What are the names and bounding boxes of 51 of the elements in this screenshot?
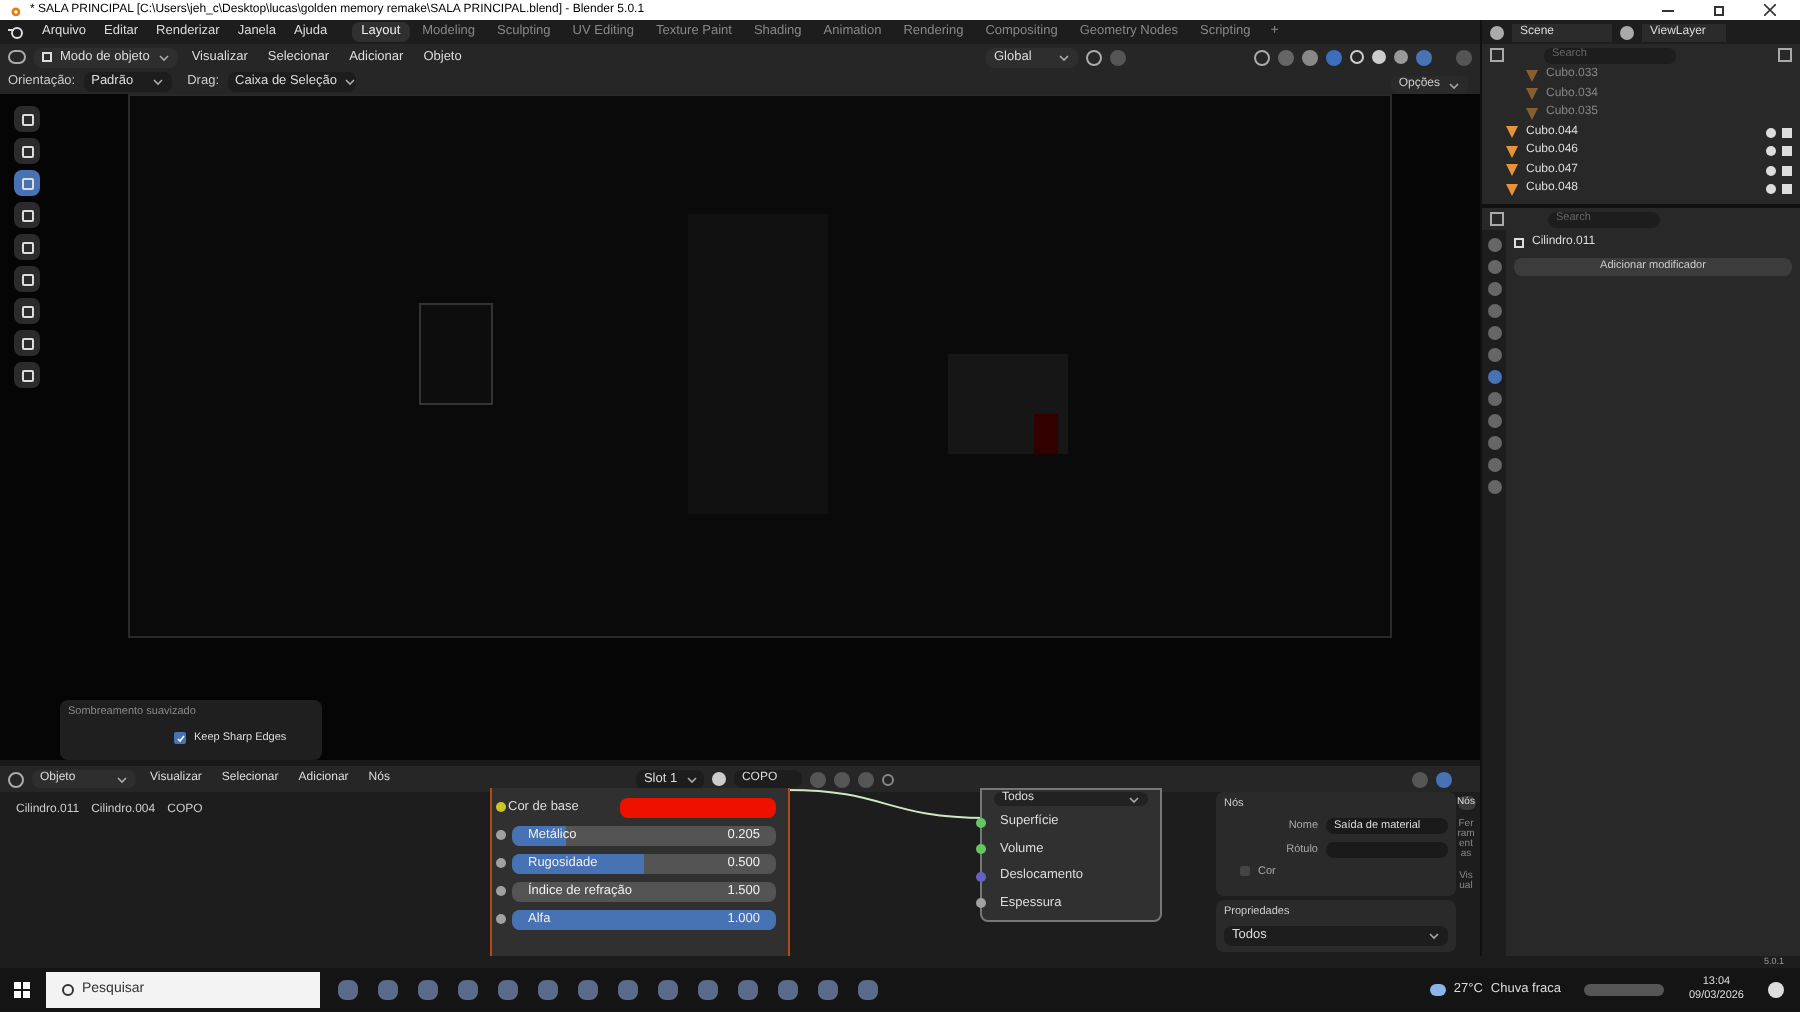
object-icon — [1514, 238, 1524, 248]
blender-logo-icon[interactable] — [8, 24, 24, 40]
caret-icon — [1128, 793, 1140, 805]
tool-icon[interactable] — [14, 234, 40, 260]
restore-icon[interactable] — [1714, 5, 1724, 15]
tool-icon[interactable] — [14, 330, 40, 356]
property-tab-icon[interactable] — [1487, 238, 1501, 252]
property-tab-icon[interactable] — [1487, 326, 1501, 340]
search-icon — [62, 984, 74, 996]
rendered-shading-icon[interactable] — [1416, 49, 1432, 65]
wireframe-shading-icon[interactable] — [1350, 50, 1364, 64]
caret-icon — [344, 76, 357, 88]
editor-type-icon[interactable] — [1490, 212, 1504, 226]
color-checkbox[interactable] — [1240, 866, 1250, 877]
caret-icon — [1448, 79, 1460, 91]
tool-icon[interactable] — [14, 170, 40, 196]
property-tab-icon[interactable] — [1487, 260, 1501, 274]
checkbox[interactable] — [174, 732, 186, 745]
pin-icon[interactable] — [881, 773, 894, 785]
minimize-icon[interactable] — [1662, 9, 1674, 11]
tool-icon[interactable] — [14, 362, 40, 388]
property-tab-icon[interactable] — [1487, 458, 1501, 472]
property-tab-icon[interactable] — [1487, 414, 1501, 428]
tool-icon[interactable] — [14, 266, 40, 292]
caret-icon — [1428, 930, 1440, 943]
snap-icon[interactable] — [1086, 49, 1102, 65]
caret-icon — [685, 773, 698, 785]
editor-type-icon[interactable] — [8, 50, 26, 64]
weather-icon[interactable] — [1429, 984, 1446, 996]
tool-icon[interactable] — [14, 202, 40, 228]
tool-icon[interactable] — [14, 106, 40, 132]
tool-icon[interactable] — [14, 138, 40, 164]
caret-icon — [1058, 51, 1070, 63]
property-tab-icon[interactable] — [1487, 304, 1501, 318]
proportional-icon[interactable] — [1254, 49, 1270, 65]
property-tab-icon[interactable] — [1487, 370, 1501, 384]
tool-icon[interactable] — [14, 298, 40, 324]
caret-icon — [116, 773, 128, 785]
property-tab-icon[interactable] — [1487, 480, 1501, 494]
property-tab-icon[interactable] — [1487, 282, 1501, 296]
property-tab-icon[interactable] — [1487, 436, 1501, 450]
material-icon[interactable] — [711, 772, 726, 786]
editor-type-icon[interactable] — [8, 771, 24, 787]
xray-icon[interactable] — [1326, 49, 1342, 65]
display-mode-icon[interactable] — [1490, 48, 1504, 62]
property-tab-icon[interactable] — [1487, 392, 1501, 406]
color-swatch[interactable] — [620, 797, 776, 817]
property-tab-icon[interactable] — [1487, 348, 1501, 362]
filter-icon[interactable] — [1778, 48, 1792, 62]
solid-shading-icon[interactable] — [1372, 50, 1386, 64]
material-shading-icon[interactable] — [1394, 50, 1408, 64]
